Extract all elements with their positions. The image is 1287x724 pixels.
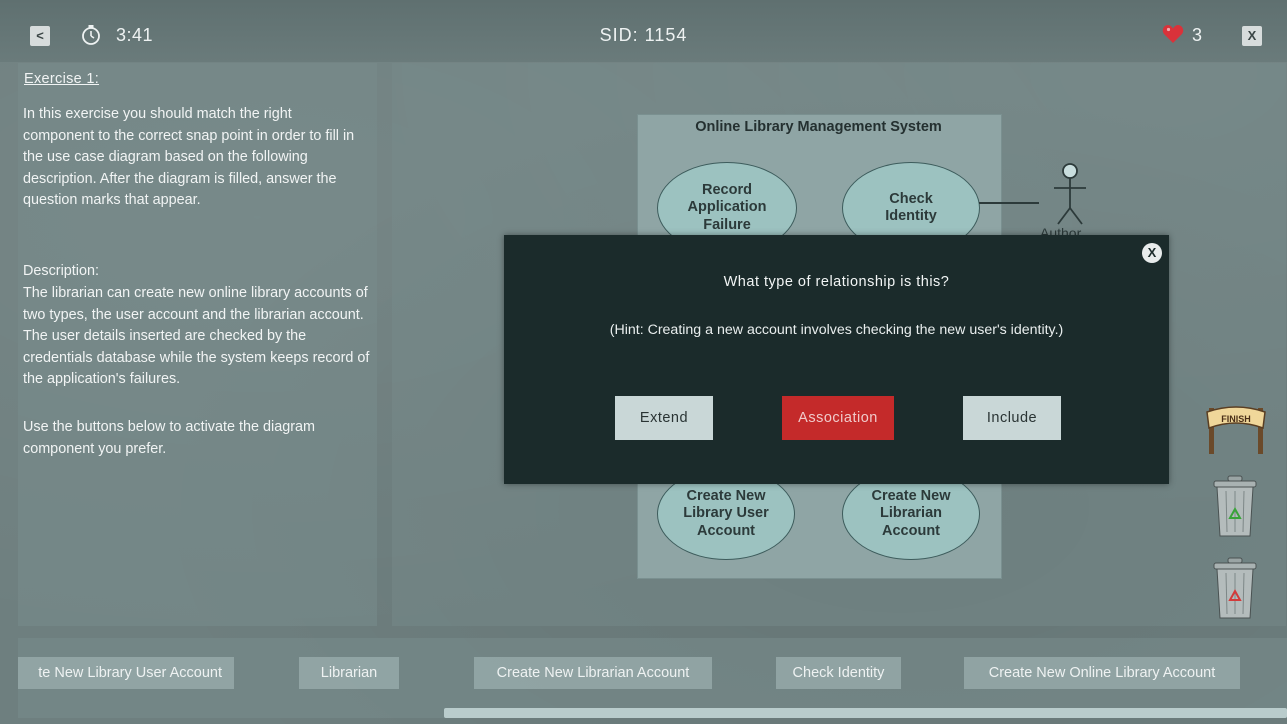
dialog-close-button[interactable]: X [1142, 243, 1162, 263]
extend-option-button[interactable]: Extend [615, 396, 713, 440]
component-chip[interactable]: Check Identity [776, 657, 901, 689]
dialog-question: What type of relationship is this? [723, 274, 950, 290]
recycle-bin-green-icon[interactable] [1210, 474, 1260, 538]
instruction-text: Use the buttons below to activate the di… [23, 419, 315, 457]
exercise-intro: In this exercise you should match the ri… [23, 106, 355, 208]
association-option-button[interactable]: Association [782, 396, 894, 440]
include-option-button[interactable]: Include [963, 396, 1061, 440]
finish-label: FINISH [1221, 414, 1251, 424]
close-button[interactable]: X [1242, 26, 1262, 46]
recycle-bin-red-icon[interactable] [1210, 556, 1260, 620]
component-chip[interactable]: te New Library User Account [18, 657, 234, 689]
use-case-label: Create New Library User Account [683, 487, 769, 539]
use-case-label: Create New Librarian Account [871, 487, 951, 539]
system-title: Online Library Management System [695, 119, 942, 135]
tray-scrollbar[interactable] [444, 708, 1287, 718]
association-line [979, 202, 1039, 204]
component-chip[interactable]: Create New Librarian Account [474, 657, 712, 689]
session-id: SID: 1154 [599, 25, 688, 45]
exercise-title: Exercise 1: [24, 71, 100, 87]
description-text: The librarian can create new online libr… [23, 285, 370, 387]
use-case-label: Record Application Failure [687, 181, 767, 233]
component-chip[interactable]: Librarian [299, 657, 399, 689]
relationship-dialog [504, 235, 1169, 484]
heart-icon [1162, 25, 1184, 43]
component-chip[interactable]: Create New Online Library Account [964, 657, 1240, 689]
finish-sign-button[interactable]: FINISH [1205, 404, 1267, 454]
lives-count: 3 [1192, 25, 1203, 45]
dialog-hint: (Hint: Creating a new account involves c… [609, 322, 1064, 338]
description-label: Description: [23, 263, 99, 279]
use-case-label: Check Identity [885, 190, 937, 225]
